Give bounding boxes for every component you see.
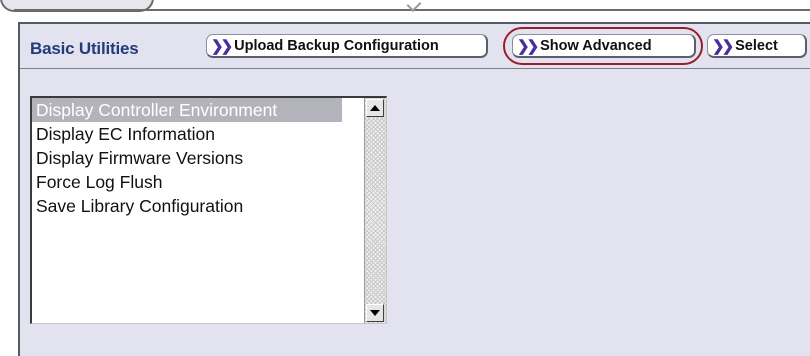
- toolbar-title: Basic Utilities: [30, 39, 139, 58]
- list-item[interactable]: Display Controller Environment: [32, 98, 342, 122]
- utilities-toolbar: Basic Utilities ❯❯ Upload Backup Configu…: [20, 24, 810, 69]
- list-item[interactable]: Display EC Information: [32, 122, 342, 146]
- list-item[interactable]: Save Library Configuration: [32, 194, 342, 218]
- scroll-down-arrow-icon: [370, 310, 380, 316]
- select-label: Select: [735, 37, 778, 54]
- double-chevron-right-icon: ❯❯: [517, 37, 539, 55]
- scroll-up-arrow-icon: [370, 105, 380, 111]
- scroll-up-button[interactable]: [366, 99, 384, 117]
- list-item[interactable]: Display Firmware Versions: [32, 146, 342, 170]
- double-chevron-right-icon: ❯❯: [712, 37, 734, 55]
- upload-backup-configuration-label: Upload Backup Configuration: [234, 37, 439, 54]
- utilities-list: Display Controller Environment Display E…: [32, 98, 342, 323]
- utilities-listbox[interactable]: Display Controller Environment Display E…: [30, 96, 387, 324]
- list-item[interactable]: Force Log Flush: [32, 170, 342, 194]
- double-chevron-right-icon: ❯❯: [211, 37, 233, 55]
- tab-strip: [0, 0, 810, 12]
- vertical-scrollbar[interactable]: [364, 98, 386, 323]
- upload-backup-configuration-button[interactable]: ❯❯ Upload Backup Configuration: [206, 34, 488, 58]
- select-button[interactable]: ❯❯ Select: [707, 34, 807, 58]
- show-advanced-label: Show Advanced: [540, 37, 652, 54]
- scroll-down-button[interactable]: [366, 304, 384, 322]
- show-advanced-button[interactable]: ❯❯ Show Advanced: [512, 34, 696, 58]
